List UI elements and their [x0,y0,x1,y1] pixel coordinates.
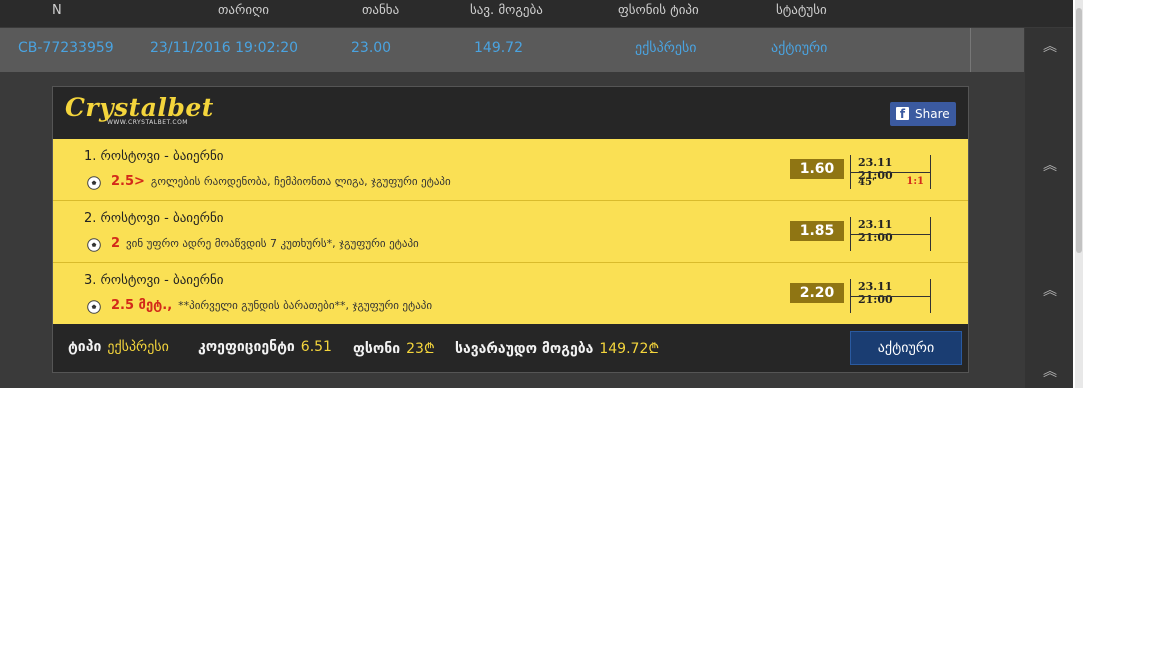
event-item: 2. როსტოვი - ბაიერნი 2 ვინ უფრო ადრე მოაწ… [53,201,968,262]
event-title: 2. როსტოვი - ბაიერნი [84,211,224,226]
column-bet-type: ფსონის ტიპი [618,3,699,18]
bet-slip-card: Crystalbet WWW.CRYSTALBET.COM f Share 1.… [52,86,969,373]
event-item: 1. როსტოვი - ბაიერნი 2.5> გოლების რაოდენო… [53,139,968,200]
action-column [1025,28,1073,388]
event-time-box: 23.11 21:00 [850,279,931,313]
live-minute: 45' [858,177,875,188]
column-status: სტატუსი [776,3,827,18]
bet-possible-win: 149.72 [474,40,523,56]
bet-summary: ტიპი ექსპრესი კოეფიციენტი 6.51 ფსონი 23₾ სა… [53,324,968,372]
crystalbet-logo: Crystalbet WWW.CRYSTALBET.COM [65,93,214,127]
event-datetime: 23.11 21:00 [858,280,893,306]
share-button[interactable]: f Share [890,102,956,126]
odd-value: 2.20 [790,283,844,303]
bets-panel: N თარიღი თანხა სავ. მოგება ფსონის ტიპი ს… [0,0,1073,388]
chevron-double-up-icon[interactable]: ︽ [1040,280,1060,300]
soccer-ball-icon [87,176,101,190]
bet-type: ექსპრესი [635,40,697,56]
event-item: 3. როსტოვი - ბაიერნი 2.5 მეტ., **პირველი … [53,263,968,324]
column-possible-win: სავ. მოგება [470,3,543,18]
table-header: N თარიღი თანხა სავ. მოგება ფსონის ტიპი ს… [0,0,1073,27]
facebook-icon: f [896,107,909,121]
event-detail: 2.5 მეტ., **პირველი გუნდის ბარათები**, ჯგ… [111,298,433,313]
summary-stake: ფსონი 23₾ [353,341,435,357]
chevron-double-up-icon[interactable]: ︽ [1040,155,1060,175]
event-title: 1. როსტოვი - ბაიერნი [84,149,224,164]
soccer-ball-icon [87,238,101,252]
event-time-box: 23.11 21:00 [850,217,931,251]
scrollbar-thumb[interactable] [1076,8,1082,253]
bet-row[interactable]: CB-77233959 23/11/2016 19:02:20 23.00 14… [0,28,1024,72]
soccer-ball-icon [87,300,101,314]
summary-possible-win: სავარაუდო მოგება 149.72₾ [455,341,660,357]
column-n: N [52,3,62,18]
event-time-box: 23.11 21:00 45' 1:1 [850,155,931,189]
column-amount: თანხა [362,3,400,18]
bet-id[interactable]: CB-77233959 [18,40,114,56]
event-detail: 2 ვინ უფრო ადრე მოაწვდის 7 კუთხურს*, ჯგუფ… [111,236,419,251]
odd-value: 1.85 [790,221,844,241]
row-divider [970,28,971,72]
summary-type: ტიპი ექსპრესი [68,339,169,355]
bet-date: 23/11/2016 19:02:20 [150,40,299,56]
summary-coefficient: კოეფიციენტი 6.51 [198,339,332,355]
odd-value: 1.60 [790,159,844,179]
status-button[interactable]: აქტიური [850,331,962,365]
event-detail: 2.5> გოლების რაოდენობა, ჩემპიონთა ლიგა, ჯ… [111,174,451,189]
card-header: Crystalbet WWW.CRYSTALBET.COM f Share [53,87,968,139]
column-date: თარიღი [218,3,270,18]
bet-status: აქტიური [771,40,828,56]
event-title: 3. როსტოვი - ბაიერნი [84,273,224,288]
chevron-double-up-icon[interactable]: ︽ [1040,36,1060,56]
live-score: 1:1 [906,176,924,187]
bet-amount: 23.00 [351,40,392,56]
event-datetime: 23.11 21:00 [858,218,893,244]
chevron-double-up-icon[interactable]: ︽ [1040,361,1060,381]
